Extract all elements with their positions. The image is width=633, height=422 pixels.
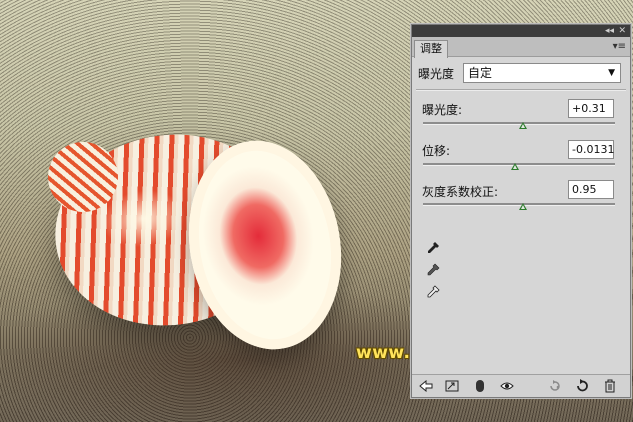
offset-label: 位移: bbox=[422, 144, 451, 158]
exposure-label: 曝光度: bbox=[422, 103, 463, 117]
back-arrow-icon[interactable] bbox=[418, 378, 434, 394]
collapse-icon[interactable]: ◂◂ bbox=[605, 25, 614, 37]
panel-bottom-toolbar bbox=[412, 374, 630, 397]
tab-adjustments[interactable]: 调整 bbox=[414, 40, 448, 58]
chevron-down-icon: ▼ bbox=[608, 68, 615, 78]
close-icon[interactable]: ✕ bbox=[618, 25, 626, 37]
white-eyedropper-icon[interactable] bbox=[426, 285, 440, 299]
preset-dropdown[interactable]: 自定 ▼ bbox=[463, 63, 621, 83]
preset-value: 自定 bbox=[468, 66, 493, 80]
panel-titlebar[interactable]: ◂◂ ✕ bbox=[412, 25, 630, 37]
gamma-label: 灰度系数校正: bbox=[422, 185, 499, 199]
offset-slider-thumb[interactable] bbox=[511, 163, 520, 170]
offset-field[interactable]: -0.0131 bbox=[568, 140, 614, 159]
gamma-field[interactable]: 0.95 bbox=[568, 180, 614, 199]
divider bbox=[416, 89, 626, 91]
panel-tabbar: 调整 ▾≡ bbox=[412, 37, 630, 58]
trash-icon[interactable] bbox=[602, 378, 618, 394]
exposure-slider-thumb[interactable] bbox=[518, 122, 527, 129]
preset-row: 曝光度 自定 ▼ bbox=[418, 63, 624, 83]
panel-menu-icon[interactable]: ▾≡ bbox=[613, 41, 626, 52]
expand-view-icon[interactable] bbox=[444, 378, 460, 394]
gamma-slider-thumb[interactable] bbox=[518, 203, 527, 210]
clip-to-layer-icon[interactable] bbox=[472, 378, 488, 394]
visibility-eye-icon[interactable] bbox=[499, 378, 515, 394]
adjustments-panel: ◂◂ ✕ 调整 ▾≡ 曝光度 自定 ▼ 曝光度: +0.31 位移: -0.01… bbox=[411, 24, 631, 398]
black-eyedropper-icon[interactable] bbox=[426, 241, 440, 255]
previous-state-icon[interactable] bbox=[547, 378, 563, 394]
gray-eyedropper-icon[interactable] bbox=[426, 263, 440, 277]
preset-label: 曝光度 bbox=[418, 67, 455, 81]
reset-icon[interactable] bbox=[574, 378, 590, 394]
exposure-field[interactable]: +0.31 bbox=[568, 99, 614, 118]
